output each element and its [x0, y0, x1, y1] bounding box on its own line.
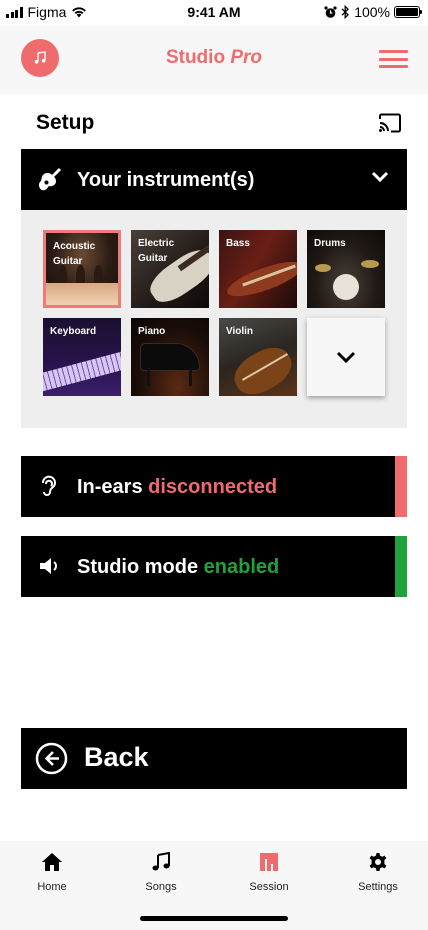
studio-mode-status-row[interactable]: Studio mode enabled	[21, 536, 407, 597]
guitar-icon	[38, 167, 62, 191]
instrument-label: Electric Guitar	[138, 238, 175, 264]
instrument-label: Keyboard	[50, 326, 97, 337]
session-icon	[260, 853, 278, 871]
instrument-label: Bass	[226, 238, 250, 249]
ear-icon	[42, 475, 56, 496]
instrument-tile-acoustic-guitar[interactable]: Acoustic Guitar	[43, 230, 121, 308]
studio-mode-label: Studio mode	[77, 556, 199, 578]
instrument-label: Drums	[314, 238, 346, 249]
brand-main: Studio	[165, 47, 226, 68]
instruments-grid: Acoustic Guitar Electric Guitar Bass Dru…	[21, 210, 407, 428]
instrument-label: Acoustic Guitar	[53, 241, 96, 267]
page-title: Setup	[36, 111, 95, 134]
studio-mode-status-text: Studio mode enabled	[77, 556, 279, 579]
home-icon	[42, 853, 62, 871]
back-button[interactable]: Back	[21, 728, 407, 789]
arrow-left-circle-icon	[35, 742, 68, 775]
instrument-tile-bass[interactable]: Bass	[219, 230, 297, 308]
tab-home[interactable]: Home	[12, 851, 92, 893]
status-bar-right: 100%	[324, 4, 422, 20]
bottom-tab-bar: Home Songs Session Settings	[0, 841, 428, 930]
instrument-label: Piano	[138, 326, 166, 337]
instrument-tile-drums[interactable]: Drums	[307, 230, 385, 308]
home-indicator	[140, 916, 288, 921]
tab-label: Home	[37, 881, 67, 893]
instrument-label: Violin	[226, 326, 254, 337]
cast-icon[interactable]	[378, 113, 402, 133]
tab-label: Settings	[358, 881, 398, 893]
instruments-panel-header[interactable]: Your instrument(s)	[21, 149, 407, 210]
battery-icon	[394, 6, 422, 18]
app-brand: Studio Pro	[0, 47, 428, 69]
in-ears-status-indicator	[395, 456, 407, 517]
alarm-icon	[324, 5, 337, 18]
instruments-panel-title: Your instrument(s)	[77, 169, 255, 191]
instrument-tile-violin[interactable]: Violin	[219, 318, 297, 396]
brand-accent: Pro	[230, 47, 263, 68]
bluetooth-icon	[341, 5, 350, 19]
in-ears-label: In-ears	[77, 476, 143, 498]
back-button-label: Back	[84, 742, 149, 772]
status-bar: Figma 9:41 AM 100%	[0, 0, 428, 26]
tab-label: Songs	[145, 881, 177, 893]
tab-label: Session	[249, 881, 289, 893]
app-header: Studio Pro	[0, 26, 428, 94]
battery-percent: 100%	[354, 4, 390, 20]
studio-mode-status-indicator	[395, 536, 407, 597]
in-ears-status-row[interactable]: In-ears disconnected	[21, 456, 407, 517]
instrument-tile-electric-guitar[interactable]: Electric Guitar	[131, 230, 209, 308]
tab-session[interactable]: Session	[229, 851, 309, 893]
instrument-tile-keyboard[interactable]: Keyboard	[43, 318, 121, 396]
music-note-icon	[152, 852, 170, 871]
hamburger-menu-icon[interactable]	[379, 50, 408, 68]
studio-mode-status: enabled	[203, 556, 280, 578]
tab-songs[interactable]: Songs	[121, 851, 201, 893]
in-ears-status-text: In-ears disconnected	[77, 476, 277, 499]
show-more-instruments-button[interactable]	[307, 318, 385, 396]
speaker-icon	[40, 558, 57, 574]
instrument-tile-piano[interactable]: Piano	[131, 318, 209, 396]
gear-icon	[369, 853, 387, 871]
tab-settings[interactable]: Settings	[338, 851, 418, 893]
chevron-down-icon	[336, 351, 356, 363]
in-ears-status: disconnected	[148, 476, 278, 498]
chevron-down-icon[interactable]	[371, 171, 389, 183]
